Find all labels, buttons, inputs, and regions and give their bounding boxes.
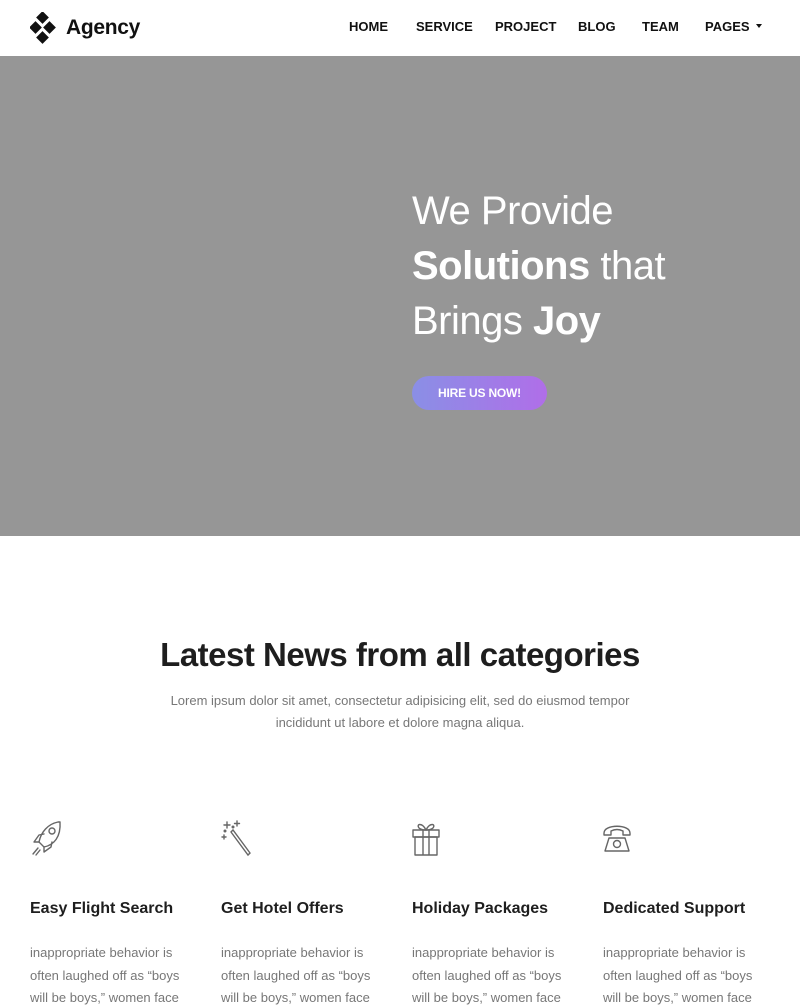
caret-down-icon	[755, 24, 762, 28]
hero-line-3-pre: Brings	[412, 299, 533, 343]
hire-us-button[interactable]: HIRE US NOW!	[412, 376, 547, 410]
section-description: Lorem ipsum dolor sit amet, consectetur …	[170, 693, 630, 730]
hero-heading: We Provide Solutions that Brings Joy	[412, 184, 666, 349]
section-title: Latest News from all categories	[160, 636, 640, 673]
hero-line-2-bold: Solutions	[412, 244, 590, 288]
hero-banner: We Provide Solutions that Brings Joy HIR…	[0, 56, 800, 536]
main-nav: HOME SERVICE PROJECT BLOG TEAM PAGES	[0, 19, 800, 39]
telephone-icon	[603, 825, 631, 852]
feature-text: inappropriate behavior is often laughed …	[412, 945, 562, 1005]
hero-line-1: We Provide	[412, 189, 614, 233]
feature-text: inappropriate behavior is often laughed …	[603, 945, 753, 1005]
hero-line-2-rest: that	[589, 244, 666, 288]
nav-item-pages-label: PAGES	[705, 19, 750, 34]
nav-item-home[interactable]: HOME	[349, 19, 388, 34]
nav-item-pages[interactable]: PAGES	[705, 19, 762, 34]
feature-card: Easy Flight Search inappropriate behavio…	[30, 818, 200, 1005]
nav-item-service[interactable]: SERVICE	[416, 19, 473, 34]
feature-title: Dedicated Support	[603, 900, 746, 917]
feature-card: Holiday Packages inappropriate behavior …	[412, 818, 582, 1005]
feature-card: Dedicated Support inappropriate behavior…	[603, 818, 773, 1005]
feature-title: Easy Flight Search	[30, 900, 174, 917]
feature-card: Get Hotel Offers inappropriate behavior …	[221, 818, 391, 1005]
nav-item-blog[interactable]: BLOG	[578, 19, 616, 34]
gift-icon	[412, 823, 440, 856]
magic-wand-icon	[221, 820, 251, 857]
hero-line-3-bold: Joy	[533, 299, 601, 343]
feature-text: inappropriate behavior is often laughed …	[30, 945, 180, 1005]
feature-text: inappropriate behavior is often laughed …	[221, 945, 371, 1005]
feature-title: Get Hotel Offers	[221, 900, 344, 917]
nav-item-project[interactable]: PROJECT	[495, 19, 556, 34]
feature-title: Holiday Packages	[412, 900, 549, 917]
site-header: Agency HOME SERVICE PROJECT BLOG TEAM PA…	[0, 0, 800, 56]
rocket-icon	[32, 821, 61, 856]
nav-item-team[interactable]: TEAM	[642, 19, 679, 34]
